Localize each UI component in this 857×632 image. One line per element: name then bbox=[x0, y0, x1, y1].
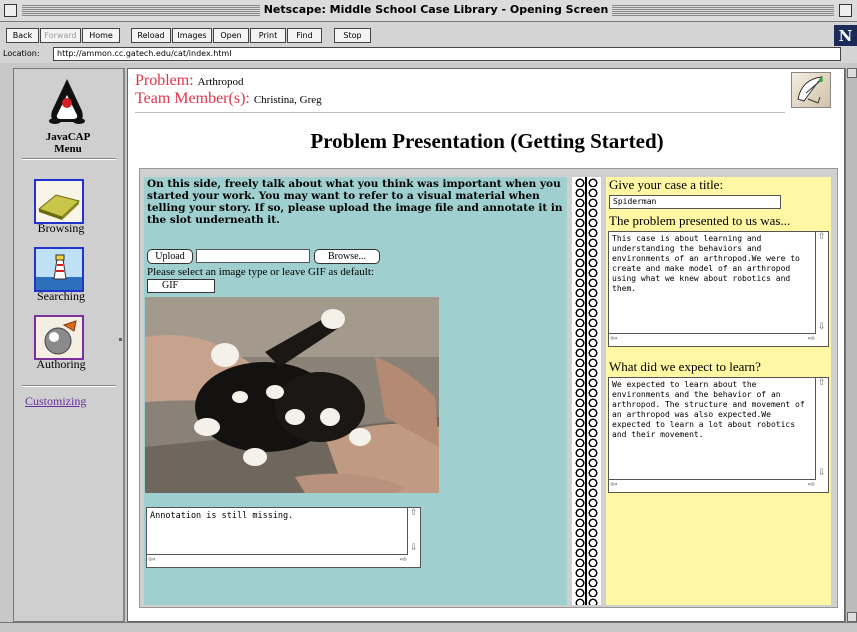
back-button[interactable]: Back bbox=[6, 28, 39, 43]
expect-horizontal-scrollbar[interactable]: ⇦ ⇨ bbox=[609, 479, 816, 492]
problem-vertical-scrollbar[interactable]: ⇧ ⇩ bbox=[815, 232, 828, 335]
scroll-left-icon[interactable]: ⇦ bbox=[148, 556, 156, 565]
scroll-up-icon[interactable]: ⇧ bbox=[818, 233, 826, 242]
divider bbox=[22, 385, 116, 387]
scroll-right-icon[interactable]: ⇨ bbox=[399, 556, 407, 565]
window-title: Netscape: Middle School Case Library - O… bbox=[263, 3, 609, 16]
expect-text: We expected to learn about the environme… bbox=[612, 380, 805, 439]
file-path-field[interactable] bbox=[196, 249, 310, 263]
browsing-book-icon[interactable] bbox=[34, 179, 84, 224]
expect-textarea[interactable]: We expected to learn about the environme… bbox=[608, 377, 829, 493]
team-label: Team Member(s): bbox=[135, 90, 250, 107]
forward-button[interactable]: Forward bbox=[40, 28, 81, 43]
customizing-link[interactable]: Customizing bbox=[25, 394, 86, 409]
scroll-up-icon[interactable] bbox=[847, 68, 857, 78]
scroll-down-icon[interactable]: ⇩ bbox=[818, 323, 826, 332]
problem-label: Problem: bbox=[135, 72, 194, 89]
menu-title-line-1: JavaCAP bbox=[45, 131, 91, 143]
expect-vertical-scrollbar[interactable]: ⇧ ⇩ bbox=[815, 378, 828, 481]
menu-title-line-2: Menu bbox=[54, 143, 82, 155]
image-type-hint: Please select an image type or leave GIF… bbox=[147, 266, 374, 278]
location-label: Location: bbox=[3, 49, 40, 58]
scroll-up-icon[interactable]: ⇧ bbox=[818, 379, 826, 388]
spiral-binding bbox=[572, 177, 601, 605]
scroll-right-icon[interactable]: ⇨ bbox=[807, 335, 815, 344]
page-heading: Problem Presentation (Getting Started) bbox=[310, 129, 664, 153]
intro-text: On this side, freely talk about what you… bbox=[147, 178, 563, 226]
title-bar[interactable]: Netscape: Middle School Case Library - O… bbox=[0, 0, 857, 22]
scroll-down-icon[interactable]: ⇩ bbox=[410, 544, 418, 553]
frame-splitter[interactable] bbox=[119, 338, 122, 341]
location-field[interactable]: http://ammon.cc.gatech.edu/cat/index.htm… bbox=[53, 47, 841, 61]
netscape-logo-icon[interactable]: N bbox=[834, 25, 857, 48]
open-button[interactable]: Open bbox=[213, 28, 249, 43]
scroll-down-icon[interactable] bbox=[847, 612, 857, 622]
divider bbox=[22, 158, 116, 160]
case-details-panel: Give your case a title: Spiderman The pr… bbox=[606, 177, 831, 605]
case-title-label: Give your case a title: bbox=[609, 177, 724, 192]
menu-title: JavaCAP Menu bbox=[14, 131, 122, 155]
scroll-right-icon[interactable]: ⇨ bbox=[807, 481, 815, 490]
find-button[interactable]: Find bbox=[287, 28, 322, 43]
team-line: Team Member(s): Christina, Greg bbox=[135, 90, 322, 109]
title-stripes-right bbox=[612, 5, 834, 16]
searching-lighthouse-icon[interactable] bbox=[34, 247, 84, 292]
satellite-dish-icon bbox=[791, 72, 831, 108]
annotation-text: Annotation is still missing. bbox=[150, 511, 294, 521]
problem-presented-label: The problem presented to us was... bbox=[609, 213, 791, 228]
home-button[interactable]: Home bbox=[82, 28, 120, 43]
scroll-left-icon[interactable]: ⇦ bbox=[610, 335, 618, 344]
annotation-vertical-scrollbar[interactable]: ⇧ ⇩ bbox=[407, 508, 420, 556]
sidebar-item-browsing[interactable]: Browsing bbox=[14, 221, 108, 236]
close-box[interactable] bbox=[4, 4, 17, 17]
images-button[interactable]: Images bbox=[172, 28, 212, 43]
reload-button[interactable]: Reload bbox=[131, 28, 171, 43]
header-divider bbox=[135, 112, 785, 113]
page-vertical-scrollbar[interactable] bbox=[845, 68, 857, 622]
scroll-left-icon[interactable]: ⇦ bbox=[610, 481, 618, 490]
print-button[interactable]: Print bbox=[250, 28, 286, 43]
annotation-horizontal-scrollbar[interactable]: ⇦ ⇨ bbox=[147, 554, 408, 567]
duke-mascot-icon bbox=[49, 79, 85, 124]
problem-horizontal-scrollbar[interactable]: ⇦ ⇨ bbox=[609, 333, 816, 346]
arthropod-robot-photo bbox=[145, 297, 439, 493]
location-bar: Location: http://ammon.cc.gatech.edu/cat… bbox=[0, 46, 857, 63]
problem-text: This case is about learning and understa… bbox=[612, 234, 800, 293]
browse-button[interactable]: Browse... bbox=[314, 249, 380, 264]
problem-textarea[interactable]: This case is about learning and understa… bbox=[608, 231, 829, 347]
sidebar-frame: JavaCAP Menu Browsing Searching Authorin… bbox=[13, 68, 125, 622]
main-frame: Problem: Arthropod Team Member(s): Chris… bbox=[127, 68, 845, 622]
sidebar-item-searching[interactable]: Searching bbox=[14, 289, 108, 304]
zoom-box[interactable] bbox=[839, 4, 852, 17]
problem-value: Arthropod bbox=[197, 76, 244, 88]
sidebar-item-authoring[interactable]: Authoring bbox=[14, 357, 108, 372]
upload-button[interactable]: Upload bbox=[147, 249, 193, 264]
scroll-up-icon[interactable]: ⇧ bbox=[410, 509, 418, 518]
story-panel: On this side, freely talk about what you… bbox=[144, 177, 567, 605]
toolbar: Back Forward Home Reload Images Open Pri… bbox=[0, 22, 857, 46]
stop-button[interactable]: Stop bbox=[334, 28, 371, 43]
annotation-textarea[interactable]: Annotation is still missing. ⇧ ⇩ ⇦ ⇨ bbox=[146, 507, 421, 568]
team-value: Christina, Greg bbox=[253, 94, 322, 106]
title-stripes-left bbox=[22, 5, 260, 16]
expect-label: What did we expect to learn? bbox=[609, 359, 761, 374]
problem-line: Problem: Arthropod bbox=[135, 72, 244, 91]
scroll-down-icon[interactable]: ⇩ bbox=[818, 469, 826, 478]
status-bar bbox=[0, 622, 857, 632]
image-type-select[interactable]: GIF bbox=[147, 279, 215, 293]
case-title-input[interactable]: Spiderman bbox=[609, 195, 781, 209]
authoring-icon[interactable] bbox=[34, 315, 84, 360]
